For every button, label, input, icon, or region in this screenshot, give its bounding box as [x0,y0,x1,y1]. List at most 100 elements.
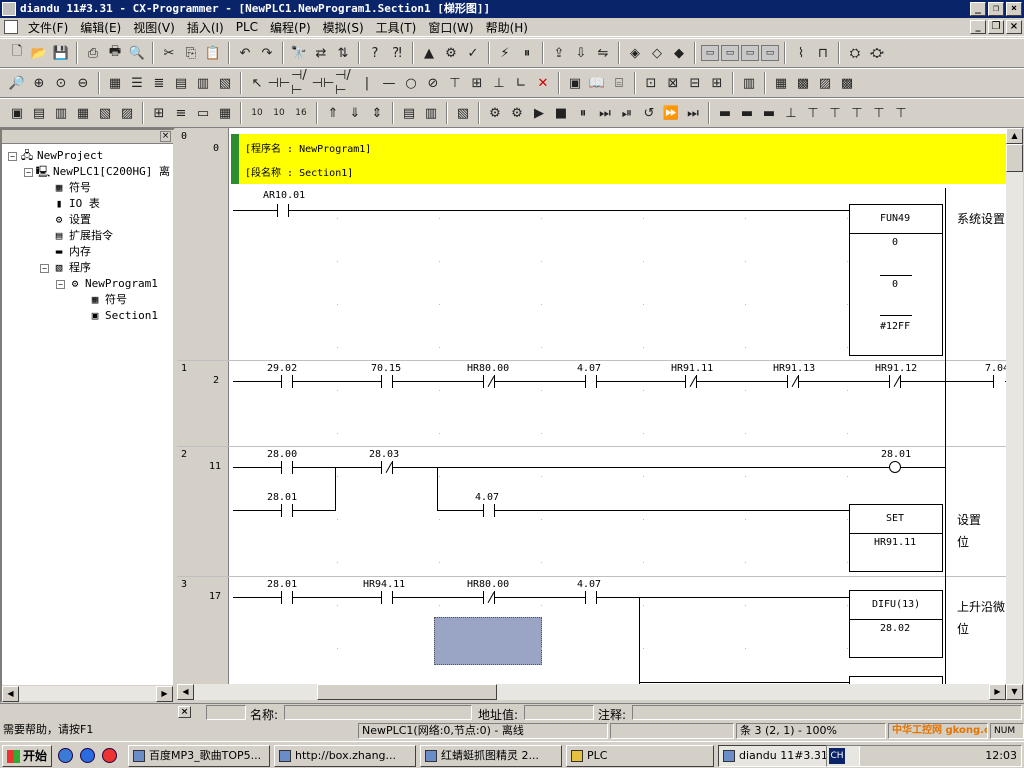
menu-program[interactable]: 编程(P) [264,19,317,36]
paste-icon[interactable]: 📋 [203,43,223,63]
break7-icon[interactable]: ⊤ [847,103,867,123]
tree-horizontal-scrollbar[interactable]: ◀ ▶ [2,685,173,702]
menu-tools[interactable]: 工具(T) [370,19,423,36]
ime-indicator[interactable]: CH [829,748,845,764]
nc-contact[interactable] [685,375,697,388]
doc-minimize-button[interactable]: _ [970,20,986,34]
watch-window-icon[interactable]: ▥ [51,103,71,123]
editor-horizontal-scrollbar[interactable]: ◀ ▶ [177,684,1006,700]
memory-view-icon[interactable]: ▦ [215,103,235,123]
output-coil[interactable] [889,461,901,473]
editor-vertical-scrollbar[interactable]: ▲ ▼ [1006,128,1023,700]
symbol-table-icon[interactable]: ▥ [739,73,759,93]
address-window-icon[interactable]: ▦ [73,103,93,123]
no-contact[interactable] [381,375,393,388]
instruction-box[interactable] [849,676,943,684]
compare-icon[interactable]: ⇋ [593,43,613,63]
warning-icon[interactable]: ▲ [419,43,439,63]
compile-icon[interactable]: ⚙ [441,43,461,63]
io-comment3-icon[interactable]: ▨ [815,73,835,93]
quicklaunch2-icon[interactable] [102,748,117,763]
transfer-to-plc-icon[interactable]: ⇪ [549,43,569,63]
scroll-down-icon[interactable]: ▼ [1006,684,1023,700]
address-refer-icon[interactable]: ⊠ [663,73,683,93]
task-screenshot[interactable]: 红蜻蜓抓图精灵 2... [420,745,562,767]
set-bit-icon[interactable]: ▭ [721,45,739,61]
or-nc-contact-icon[interactable]: ⊣/⊢ [335,69,355,97]
cut-icon[interactable]: ✂ [159,43,179,63]
doc-restore-button[interactable]: ❐ [988,20,1004,34]
tree-section1[interactable]: ▣ Section1 [88,308,158,324]
nc-contact-icon[interactable]: ⊣/⊢ [291,69,311,97]
monitor-icon[interactable]: ◈ [625,43,645,63]
document-icon[interactable] [4,20,18,34]
panel-close-icon[interactable]: × [160,131,171,142]
step-run2-icon[interactable]: ⏯ [617,103,637,123]
force-icon[interactable]: ◆ [669,43,689,63]
tree-project[interactable]: − 🖧 NewProject [8,148,103,164]
sim-setup-icon[interactable]: ▧ [453,103,473,123]
menu-plc[interactable]: PLC [230,20,264,34]
page-preview-icon[interactable]: 🔍 [127,43,147,63]
info-close-icon[interactable]: × [178,706,191,718]
no-contact[interactable] [483,504,495,517]
close-button[interactable]: × [1006,2,1022,16]
break2-icon[interactable]: ▬ [737,103,757,123]
cross-reference-icon[interactable]: ⌸ [609,73,629,93]
st-view-icon[interactable]: ▭ [193,103,213,123]
context-help-icon[interactable]: ⁈ [387,43,407,63]
set-instruction-box[interactable]: SET HR91.11 [849,504,943,572]
step-run-icon[interactable]: ⏭ [595,103,615,123]
check-icon[interactable]: ✓ [463,43,483,63]
print-icon[interactable]: 🖶 [105,43,125,63]
scroll-up-icon[interactable]: ▲ [1006,128,1023,144]
select-pointer-icon[interactable]: ↖ [247,73,267,93]
project-window-icon[interactable]: ▣ [7,103,27,123]
nc-contact[interactable] [787,375,799,388]
zoom-out-icon[interactable]: ⊖ [73,73,93,93]
no-contact[interactable] [585,375,597,388]
undo-icon[interactable]: ↶ [235,43,255,63]
copy-icon[interactable]: ⎘ [181,43,201,63]
continuous-run-icon[interactable]: ⏩ [661,103,681,123]
zoom-fit-icon[interactable]: ⊙ [51,73,71,93]
break-icon[interactable]: ▬ [715,103,735,123]
restore-button[interactable]: ❐ [988,2,1004,16]
instruction-icon[interactable]: ⊤ [445,73,465,93]
nc-contact[interactable] [889,375,901,388]
io-sim2-icon[interactable]: ▥ [421,103,441,123]
zoom-in-icon[interactable]: ⊕ [29,73,49,93]
find-icon[interactable]: 🔭 [289,43,309,63]
menu-insert[interactable]: 插入(I) [181,19,230,36]
minimize-button[interactable]: _ [970,2,986,16]
release-icon[interactable]: ⛮ [867,43,887,63]
difu-instruction-box[interactable]: DIFU(13) 28.02 [849,590,943,658]
nc-contact[interactable] [483,591,495,604]
or-no-contact-icon[interactable]: ⊣⊢ [312,73,335,93]
display-bin-icon[interactable]: 10 [247,103,267,123]
coil-icon[interactable]: ○ [401,73,421,93]
instruction-box-icon[interactable]: ⊞ [467,73,487,93]
menu-file[interactable]: 文件(F) [22,19,74,36]
vertical-connect-icon[interactable]: ⊥ [489,73,509,93]
mnemonic-icon[interactable]: ▥ [193,73,213,93]
stop-icon[interactable]: ■ [551,103,571,123]
display-dec-icon[interactable]: 10 [269,103,289,123]
task-plc-folder[interactable]: PLC [566,745,714,767]
data-trace-icon[interactable]: ⌇ [791,43,811,63]
delete-connect-icon[interactable]: ✕ [533,73,553,93]
tree-memory[interactable]: ▬ 内存 [52,244,91,260]
mnemonic-view-icon[interactable]: ≡ [171,103,191,123]
reset-bit-icon[interactable]: ▭ [741,45,759,61]
step-over-icon[interactable]: ⇓ [345,103,365,123]
cell-cursor[interactable] [434,617,542,665]
menu-help[interactable]: 帮助(H) [480,19,534,36]
protect-icon[interactable]: ⛭ [845,43,865,63]
quicklaunch-icon[interactable] [80,748,95,763]
io-comment4-icon[interactable]: ▩ [837,73,857,93]
pause-icon[interactable]: ⏸ [517,43,537,63]
break5-icon[interactable]: ⊤ [803,103,823,123]
scroll-right-icon[interactable]: ▶ [989,684,1006,700]
ladder-view-icon[interactable]: ⊞ [149,103,169,123]
no-contact[interactable] [993,375,1005,388]
